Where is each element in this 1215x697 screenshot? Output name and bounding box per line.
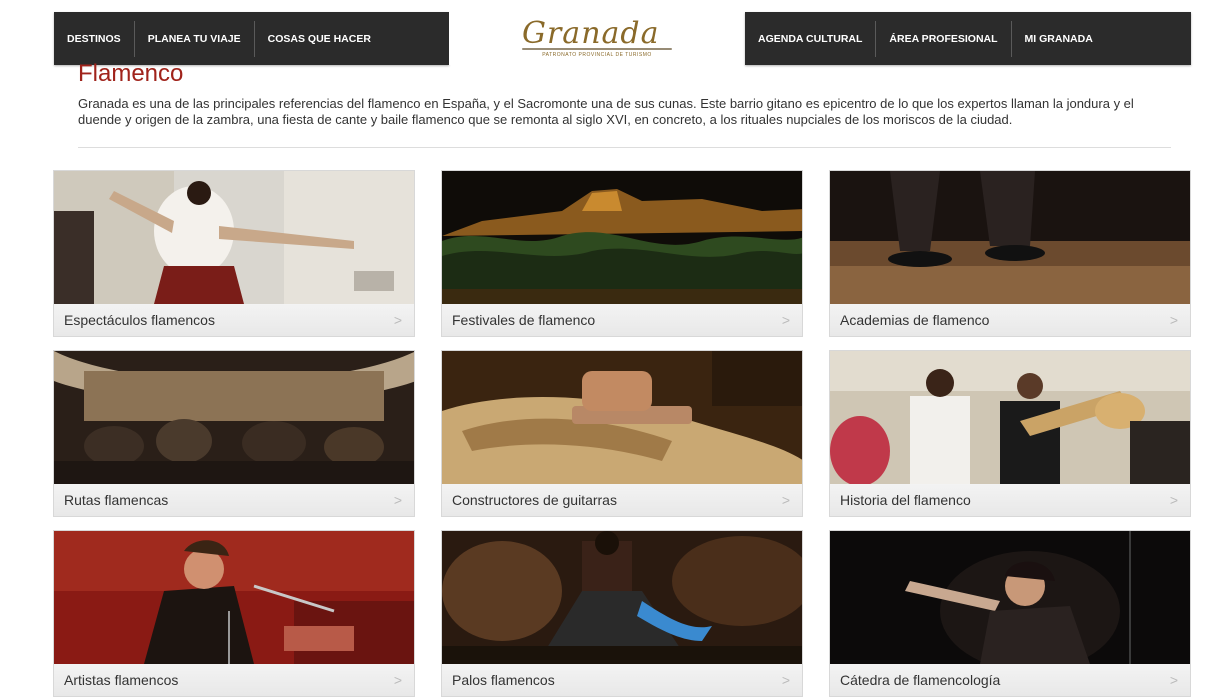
logo-wordmark: Granada bbox=[522, 18, 672, 50]
intro-paragraph: Granada es una de las principales refere… bbox=[78, 96, 1134, 127]
nav-area-profesional[interactable]: ÁREA PROFESIONAL bbox=[875, 20, 1010, 57]
divider bbox=[78, 147, 1171, 148]
card-image-cave-audience bbox=[54, 351, 414, 484]
logo-subtitle: PATRONATO PROVINCIAL DE TURISMO bbox=[542, 51, 652, 58]
nav-planea-tu-viaje[interactable]: PLANEA TU VIAJE bbox=[133, 20, 254, 57]
card-image-dancer-feet bbox=[830, 171, 1190, 304]
chevron-right-icon: > bbox=[393, 672, 402, 688]
card-festivales-de-flamenco[interactable]: Festivales de flamenco > bbox=[441, 170, 803, 337]
nav-cosas-que-hacer[interactable]: COSAS QUE HACER bbox=[253, 20, 384, 57]
chevron-right-icon: > bbox=[1169, 312, 1178, 328]
nav-destinos[interactable]: DESTINOS bbox=[54, 21, 134, 57]
card-image-dancer-skirt bbox=[442, 531, 802, 664]
chevron-right-icon: > bbox=[393, 492, 402, 508]
chevron-right-icon: > bbox=[1169, 492, 1178, 508]
card-image-alhambra-night bbox=[442, 171, 802, 304]
card-constructores-de-guitarras[interactable]: Constructores de guitarras > bbox=[441, 350, 803, 517]
chevron-right-icon: > bbox=[1169, 672, 1178, 688]
card-image-dancer bbox=[54, 171, 414, 304]
chevron-right-icon: > bbox=[781, 492, 790, 508]
card-label: Rutas flamencas bbox=[64, 492, 169, 508]
card-catedra-de-flamencologia[interactable]: Cátedra de flamencología > bbox=[829, 530, 1191, 697]
card-label: Palos flamencos bbox=[452, 672, 555, 688]
card-academias-de-flamenco[interactable]: Academias de flamenco > bbox=[829, 170, 1191, 337]
card-palos-flamencos[interactable]: Palos flamencos > bbox=[441, 530, 803, 697]
page-title: Flamenco bbox=[78, 60, 184, 87]
chevron-right-icon: > bbox=[781, 672, 790, 688]
nav-agenda-cultural[interactable]: AGENDA CULTURAL bbox=[745, 21, 875, 57]
card-label: Artistas flamencos bbox=[64, 672, 179, 688]
card-label: Espectáculos flamencos bbox=[64, 312, 215, 328]
card-artistas-flamencos[interactable]: Artistas flamencos > bbox=[53, 530, 415, 697]
nav-mi-granada[interactable]: MI GRANADA bbox=[1010, 20, 1106, 57]
site-logo[interactable]: Granada PATRONATO PROVINCIAL DE TURISMO bbox=[449, 12, 745, 65]
card-image-singer-red bbox=[54, 531, 414, 664]
card-label: Academias de flamenco bbox=[840, 312, 990, 328]
card-image-singers-guitarists bbox=[830, 351, 1190, 484]
chevron-right-icon: > bbox=[393, 312, 402, 328]
card-image-singer-dark bbox=[830, 531, 1190, 664]
card-rutas-flamencas[interactable]: Rutas flamencas > bbox=[53, 350, 415, 517]
card-image-guitar-maker bbox=[442, 351, 802, 484]
card-label: Festivales de flamenco bbox=[452, 312, 596, 328]
main-nav-right: AGENDA CULTURAL ÁREA PROFESIONAL MI GRAN… bbox=[745, 12, 1191, 65]
card-label: Cátedra de flamencología bbox=[840, 672, 1001, 688]
main-nav-left: DESTINOS PLANEA TU VIAJE COSAS QUE HACER bbox=[54, 12, 449, 65]
card-label: Historia del flamenco bbox=[840, 492, 971, 508]
card-label: Constructores de guitarras bbox=[452, 492, 617, 508]
card-espectaculos-flamencos[interactable]: Espectáculos flamencos > bbox=[53, 170, 415, 337]
chevron-right-icon: > bbox=[781, 312, 790, 328]
card-historia-del-flamenco[interactable]: Historia del flamenco > bbox=[829, 350, 1191, 517]
